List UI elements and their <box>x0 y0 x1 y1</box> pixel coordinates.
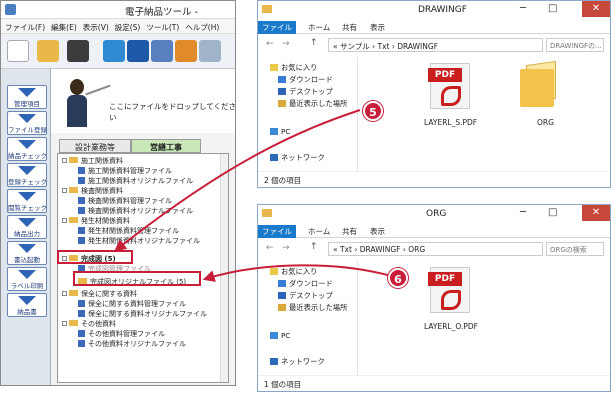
step-badge-6: 6 <box>388 268 408 288</box>
annotation-arrows <box>114 109 399 282</box>
arrow-6 <box>202 264 399 282</box>
step-badge-5: 5 <box>363 101 383 121</box>
arrow-5 <box>114 109 361 252</box>
